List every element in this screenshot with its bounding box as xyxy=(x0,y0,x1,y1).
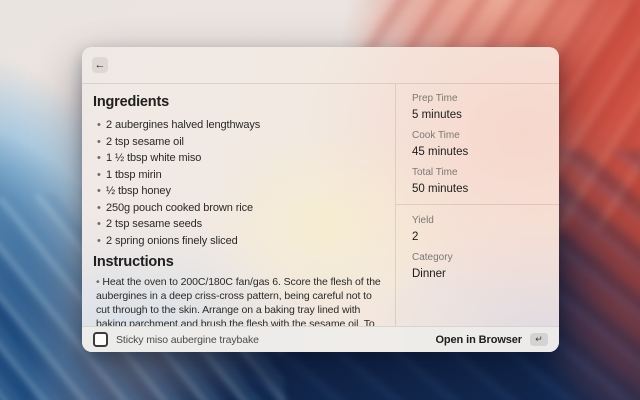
metadata-row: Category Dinner xyxy=(412,252,547,281)
open-in-browser-button[interactable]: Open in Browser ↵ xyxy=(435,333,548,346)
metadata-row: Cook Time 45 minutes xyxy=(412,130,547,159)
ingredient-item: 2 spring onions finely sliced xyxy=(106,235,381,248)
sidebar-divider xyxy=(396,204,559,205)
metadata-row: Yield 2 xyxy=(412,215,547,244)
window-header: ← xyxy=(82,47,559,84)
metadata-value: 2 xyxy=(412,230,547,244)
ingredient-item: 2 tsp sesame oil xyxy=(106,136,381,149)
instructions-heading: Instructions xyxy=(93,254,381,271)
recipe-square-icon xyxy=(93,332,108,347)
back-button[interactable]: ← xyxy=(92,57,108,73)
metadata-sidebar: Prep Time 5 minutes Cook Time 45 minutes… xyxy=(396,84,559,326)
metadata-row: Prep Time 5 minutes xyxy=(412,93,547,122)
ingredient-item: 250g pouch cooked brown rice xyxy=(106,202,381,215)
metadata-label: Total Time xyxy=(412,167,547,179)
ingredients-list: 2 aubergines halved lengthways 2 tsp ses… xyxy=(93,119,381,248)
metadata-row: Total Time 50 minutes xyxy=(412,167,547,196)
detail-metadata-section: Yield 2 Category Dinner xyxy=(412,215,547,281)
metadata-label: Category xyxy=(412,252,547,264)
metadata-value: 45 minutes xyxy=(412,145,547,159)
recipe-viewer-window: ← Ingredients 2 aubergines halved length… xyxy=(82,47,559,352)
enter-key-icon: ↵ xyxy=(535,335,543,344)
back-arrow-icon: ← xyxy=(95,60,106,71)
metadata-label: Cook Time xyxy=(412,130,547,142)
ingredient-item: 2 tsp sesame seeds xyxy=(106,218,381,231)
time-metadata-section: Prep Time 5 minutes Cook Time 45 minutes… xyxy=(412,93,547,196)
ingredient-item: 1 ½ tbsp white miso xyxy=(106,152,381,165)
footer-recipe-title: Sticky miso aubergine traybake xyxy=(116,334,259,346)
instructions-list: Heat the oven to 200C/180C fan/gas 6. Sc… xyxy=(93,275,381,327)
metadata-value: 5 minutes xyxy=(412,108,547,122)
instruction-step: Heat the oven to 200C/180C fan/gas 6. Sc… xyxy=(96,275,381,327)
open-in-browser-label: Open in Browser xyxy=(435,334,522,346)
ingredient-item: 2 aubergines halved lengthways xyxy=(106,119,381,132)
recipe-content-scroll-area[interactable]: Ingredients 2 aubergines halved lengthwa… xyxy=(82,84,396,326)
ingredients-heading: Ingredients xyxy=(93,94,381,111)
metadata-value: 50 minutes xyxy=(412,182,547,196)
window-footer: Sticky miso aubergine traybake Open in B… xyxy=(82,326,559,352)
enter-key-badge: ↵ xyxy=(530,333,548,346)
window-body: Ingredients 2 aubergines halved lengthwa… xyxy=(82,84,559,326)
metadata-label: Prep Time xyxy=(412,93,547,105)
ingredient-item: 1 tbsp mirin xyxy=(106,169,381,182)
metadata-label: Yield xyxy=(412,215,547,227)
ingredient-item: ½ tbsp honey xyxy=(106,185,381,198)
metadata-value: Dinner xyxy=(412,267,547,281)
